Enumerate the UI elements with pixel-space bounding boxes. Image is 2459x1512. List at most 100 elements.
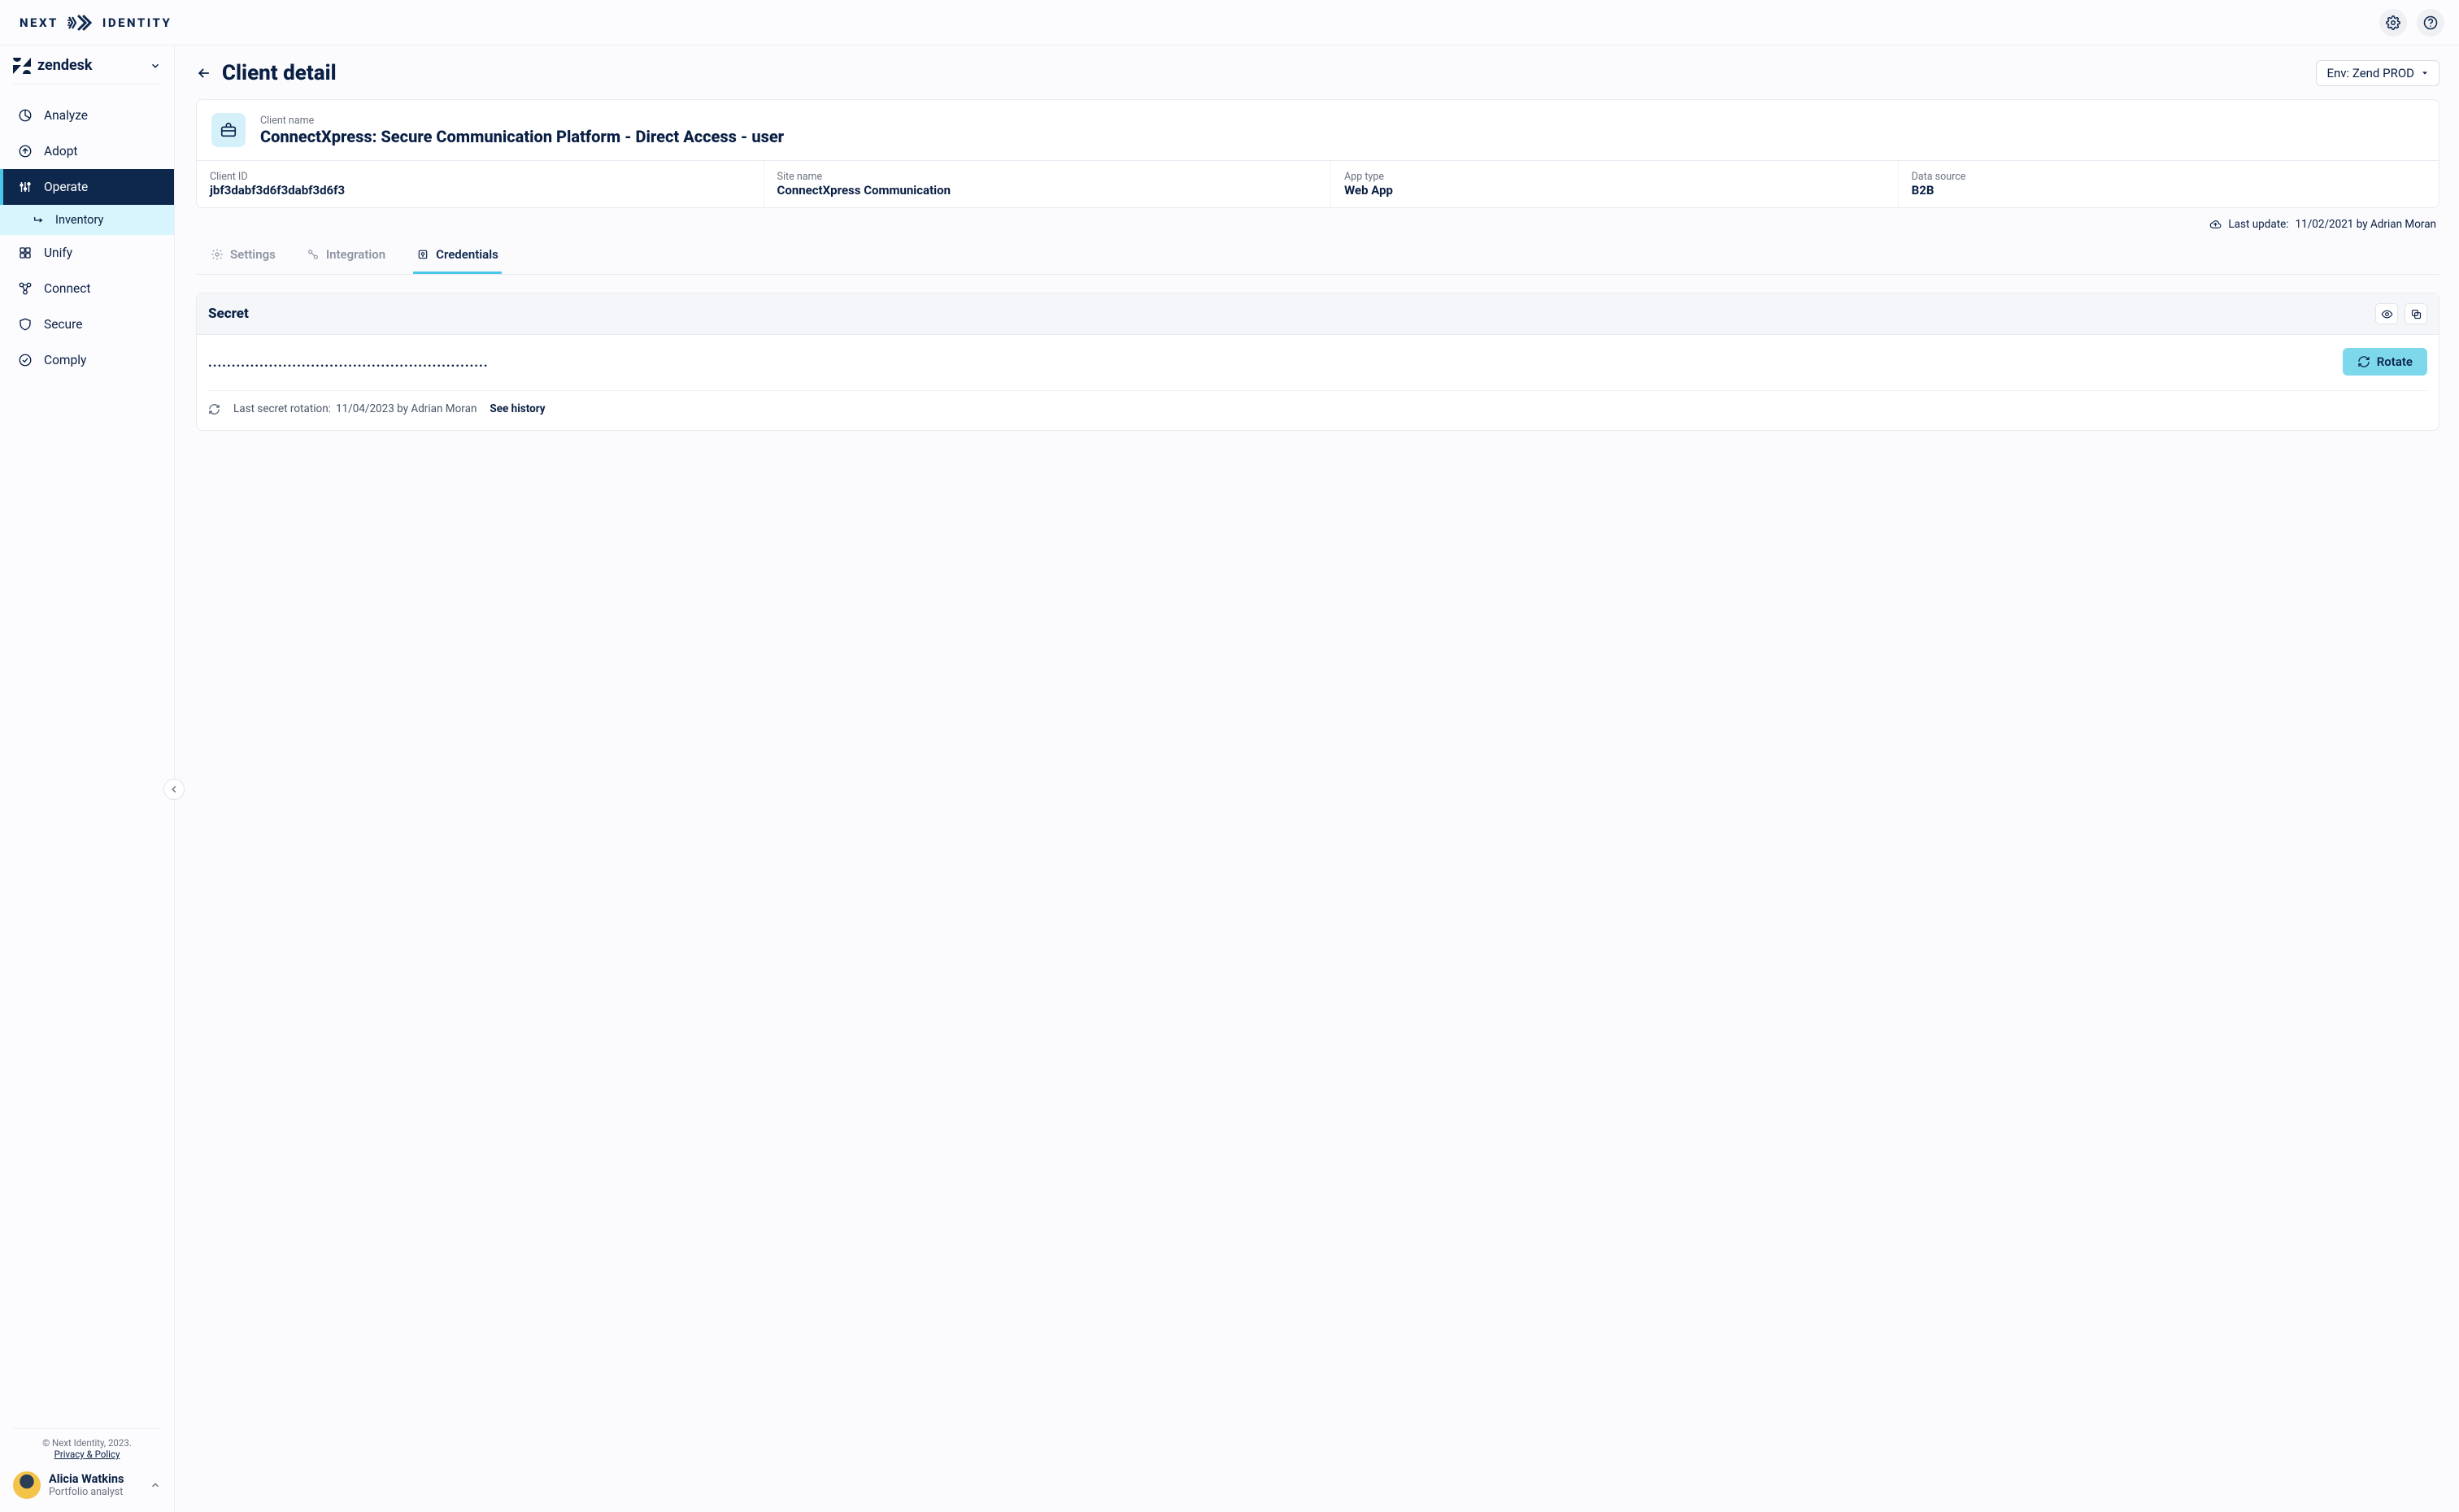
sidebar-item-analyze[interactable]: Analyze <box>0 98 174 133</box>
client-icon <box>211 113 246 147</box>
eye-icon <box>2381 308 2393 320</box>
sub-arrow-icon <box>33 214 46 227</box>
org-name: zendesk <box>37 57 93 74</box>
rotate-icon <box>208 403 220 415</box>
check-icon <box>18 353 33 367</box>
secret-heading: Secret <box>208 306 249 322</box>
org-picker[interactable]: zendesk <box>13 57 161 85</box>
privacy-policy-link[interactable]: Privacy & Policy <box>54 1449 120 1460</box>
key-icon <box>416 248 429 261</box>
sidebar-item-label: Operate <box>44 180 88 194</box>
tab-label: Settings <box>230 247 276 262</box>
plug-icon <box>307 248 320 261</box>
rotation-value: 11/04/2023 by Adrian Moran <box>336 402 477 415</box>
zendesk-logo-icon <box>13 58 31 74</box>
client-id-cell: Client ID jbf3dabf3d6f3dabf3d6f3 <box>197 161 764 207</box>
reveal-secret-button[interactable] <box>2375 303 2398 324</box>
help-button[interactable] <box>2417 9 2444 37</box>
user-role: Portfolio analyst <box>49 1486 141 1498</box>
sidebar-item-label: Comply <box>44 353 86 367</box>
brand-text-left: NEXT <box>20 15 59 30</box>
page-title: Client detail <box>222 61 337 85</box>
app-type-value: Web App <box>1344 183 1885 198</box>
sidebar-nav: Analyze Adopt Operate Inventory Unify Co… <box>0 89 174 1428</box>
data-source-cell: Data source B2B <box>1899 161 2439 207</box>
sidebar-subitem-label: Inventory <box>55 213 103 227</box>
client-card: Client name ConnectXpress: Secure Commun… <box>196 99 2439 208</box>
tab-label: Integration <box>326 247 385 262</box>
site-name-value: ConnectXpress Communication <box>777 183 1318 198</box>
last-update-value: 11/02/2021 by Adrian Moran <box>2296 218 2436 231</box>
sidebar-item-label: Connect <box>44 281 90 296</box>
help-icon <box>2423 15 2438 30</box>
chevron-up-icon <box>150 1479 161 1491</box>
client-name-label: Client name <box>260 115 784 127</box>
pie-icon <box>18 108 33 123</box>
shield-icon <box>18 317 33 332</box>
operate-icon <box>18 180 33 194</box>
user-name: Alicia Watkins <box>49 1472 141 1486</box>
unify-icon <box>18 245 33 260</box>
connect-icon <box>18 281 33 296</box>
sidebar-item-connect[interactable]: Connect <box>0 271 174 306</box>
rotate-button-label: Rotate <box>2377 354 2413 369</box>
sidebar-item-label: Adopt <box>44 144 77 159</box>
site-name-cell: Site name ConnectXpress Communication <box>764 161 1332 207</box>
last-update-row: Last update: 11/02/2021 by Adrian Moran <box>199 218 2436 231</box>
sidebar-item-label: Analyze <box>44 108 88 123</box>
sidebar-collapse-button[interactable] <box>163 779 185 800</box>
data-source-label: Data source <box>1912 171 2426 183</box>
secret-mask: ........................................… <box>208 354 489 370</box>
sidebar-item-unify[interactable]: Unify <box>0 235 174 271</box>
last-update-label: Last update: <box>2228 218 2288 231</box>
app-type-label: App type <box>1344 171 1885 183</box>
sidebar-item-adopt[interactable]: Adopt <box>0 133 174 169</box>
data-source-value: B2B <box>1912 183 2426 198</box>
tab-credentials[interactable]: Credentials <box>413 237 502 274</box>
env-selector-label: Env: Zend PROD <box>2326 66 2414 80</box>
tab-settings[interactable]: Settings <box>207 237 279 274</box>
secret-card: Secret .................................… <box>196 293 2439 431</box>
back-button[interactable] <box>196 65 212 81</box>
chevron-down-icon <box>150 60 161 72</box>
main-content: Client detail Env: Zend PROD Client name… <box>175 46 2459 1512</box>
caret-down-icon <box>2421 69 2429 77</box>
gear-icon <box>211 248 224 261</box>
see-history-link[interactable]: See history <box>490 402 545 415</box>
adopt-icon <box>18 144 33 159</box>
client-id-value: jbf3dabf3d6f3dabf3d6f3 <box>210 183 751 198</box>
site-name-label: Site name <box>777 171 1318 183</box>
sidebar-subitem-inventory[interactable]: Inventory <box>0 205 174 235</box>
app-type-cell: App type Web App <box>1331 161 1899 207</box>
tab-label: Credentials <box>436 247 498 262</box>
sidebar-item-label: Secure <box>44 317 82 332</box>
gear-icon <box>2386 15 2400 30</box>
upload-icon <box>2209 219 2222 231</box>
copy-secret-button[interactable] <box>2405 303 2427 324</box>
tabs: Settings Integration Credentials <box>196 237 2439 275</box>
rotate-icon <box>2357 355 2370 368</box>
sidebar-item-comply[interactable]: Comply <box>0 342 174 378</box>
sidebar-item-operate[interactable]: Operate <box>0 169 174 205</box>
brand-text-right: IDENTITY <box>102 15 172 30</box>
briefcase-icon <box>220 121 237 139</box>
avatar <box>13 1471 41 1499</box>
topbar: NEXT IDENTITY <box>0 0 2459 46</box>
settings-button[interactable] <box>2379 9 2407 37</box>
sidebar-footer: © Next Identity, 2023. Privacy & Policy <box>13 1428 161 1460</box>
brand-logo: NEXT IDENTITY <box>20 15 172 31</box>
brand-glyph-icon <box>67 15 94 31</box>
sidebar-item-secure[interactable]: Secure <box>0 306 174 342</box>
sidebar-item-label: Unify <box>44 245 72 260</box>
chevron-left-icon <box>168 784 180 795</box>
tab-integration[interactable]: Integration <box>303 237 389 274</box>
client-id-label: Client ID <box>210 171 751 183</box>
rotate-button[interactable]: Rotate <box>2343 348 2427 376</box>
user-row[interactable]: Alicia Watkins Portfolio analyst <box>0 1460 174 1512</box>
env-selector[interactable]: Env: Zend PROD <box>2316 60 2439 86</box>
sidebar: zendesk Analyze Adopt Operate Inventory <box>0 46 175 1512</box>
client-name-value: ConnectXpress: Secure Communication Plat… <box>260 127 784 146</box>
rotation-label: Last secret rotation: <box>233 402 331 415</box>
copyright-text: © Next Identity, 2023. <box>13 1437 161 1449</box>
copy-icon <box>2410 308 2422 320</box>
